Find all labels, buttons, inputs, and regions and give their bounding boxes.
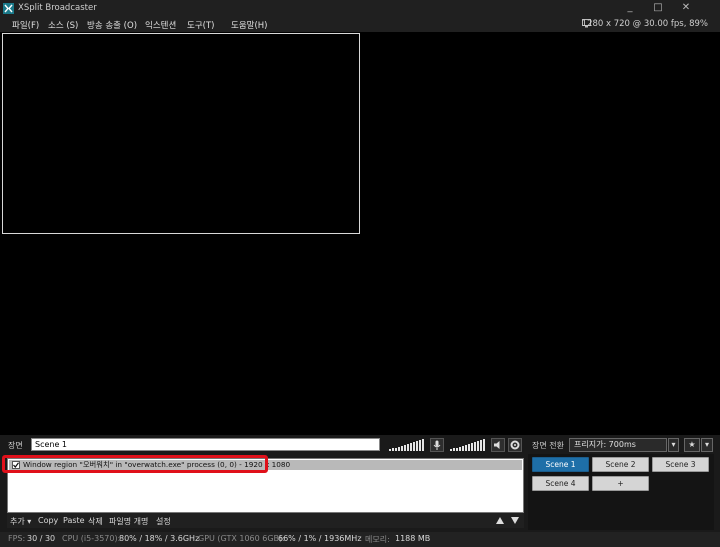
memory-value: 1188 MB: [395, 534, 431, 543]
title-bar: XSplit Broadcaster _ □ ✕: [0, 0, 720, 17]
fps-value: 30 / 30: [27, 534, 56, 543]
cpu-label: CPU (i5-3570):: [62, 534, 121, 543]
favorite-star-icon[interactable]: ★: [684, 438, 700, 452]
delete-button[interactable]: 삭제: [88, 516, 103, 527]
gpu-label: GPU (GTX 1060 6GB):: [198, 534, 285, 543]
close-button[interactable]: ✕: [676, 1, 696, 15]
highlight-box: [2, 455, 268, 473]
add-source-label: 추가: [10, 517, 25, 526]
memory-label: 메모리:: [365, 535, 390, 544]
move-up-icon[interactable]: [495, 516, 505, 525]
scene-label: 장면: [8, 441, 23, 450]
scene-name-input[interactable]: [31, 438, 380, 451]
status-bar: FPS: 30 / 30 CPU (i5-3570): 80% / 18% / …: [0, 532, 720, 547]
move-down-icon[interactable]: [510, 516, 520, 525]
minimize-button[interactable]: _: [620, 1, 640, 15]
fps-label: FPS:: [8, 534, 26, 543]
menu-extensions[interactable]: 익스텐션: [145, 19, 176, 31]
transition-dropdown-button[interactable]: ▾: [668, 438, 679, 452]
microphone-icon[interactable]: [430, 438, 444, 452]
menu-sources[interactable]: 소스 (S): [48, 19, 78, 31]
menu-file[interactable]: 파일(F): [12, 19, 39, 31]
source-toolbar: 추가 ▾ Copy Paste 삭제 파일명 개명 설정: [7, 513, 524, 528]
xsplit-logo-icon: [3, 3, 14, 14]
menu-bar: 파일(F) 소스 (S) 방송 송출 (O) 익스텐션 도구(T) 도움말(H)…: [0, 17, 720, 32]
transition-select[interactable]: 프리지가: 700ms: [569, 438, 667, 452]
scene-button-3[interactable]: Scene 3: [652, 457, 709, 472]
transition-label: 장면 전환: [532, 441, 564, 450]
volume-meter: [389, 439, 424, 451]
preview-stage[interactable]: [0, 32, 720, 435]
gear-icon[interactable]: [508, 438, 522, 452]
add-source-button[interactable]: 추가 ▾: [10, 516, 31, 527]
transition-value: 프리지가: 700ms: [574, 440, 636, 449]
chevron-down-icon[interactable]: ▾: [701, 438, 713, 452]
menu-help[interactable]: 도움말(H): [231, 19, 267, 31]
volume-meter: [450, 439, 485, 451]
scene-button-4[interactable]: Scene 4: [532, 476, 589, 491]
menu-tools[interactable]: 도구(T): [187, 19, 214, 31]
scene-button-1[interactable]: Scene 1: [532, 457, 589, 472]
cpu-value: 80% / 18% / 3.6GHz: [119, 534, 200, 543]
copy-button[interactable]: Copy: [38, 516, 58, 525]
window-title: XSplit Broadcaster: [18, 3, 97, 13]
speaker-icon[interactable]: [491, 438, 505, 452]
maximize-button[interactable]: □: [648, 1, 668, 15]
paste-button[interactable]: Paste: [63, 516, 85, 525]
resolution-info[interactable]: 1280 x 720 @ 30.00 fps, 89%: [582, 19, 708, 29]
rename-button[interactable]: 파일명 개명: [109, 516, 148, 527]
source-bounding-box[interactable]: [2, 33, 360, 234]
add-scene-button[interactable]: +: [592, 476, 649, 491]
settings-button[interactable]: 설정: [156, 516, 171, 527]
gpu-value: 66% / 1% / 1936MHz: [278, 534, 362, 543]
scenes-panel: Scene 1 Scene 2 Scene 3 Scene 4 +: [528, 454, 714, 530]
scene-button-2[interactable]: Scene 2: [592, 457, 649, 472]
menu-broadcast[interactable]: 방송 송출 (O): [87, 19, 137, 31]
